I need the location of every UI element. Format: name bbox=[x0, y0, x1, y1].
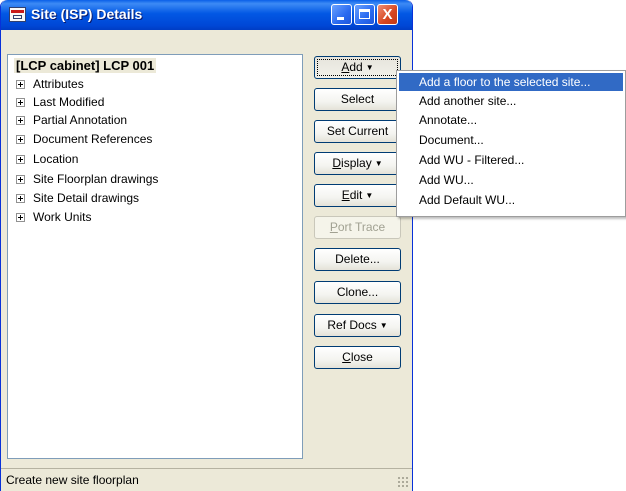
window-title: Site (ISP) Details bbox=[31, 6, 143, 22]
menu-item-add-default-wu[interactable]: Add Default WU... bbox=[399, 191, 623, 209]
plus-expander-icon[interactable] bbox=[16, 80, 25, 89]
plus-expander-icon[interactable] bbox=[16, 155, 25, 164]
close-window-button[interactable]: X bbox=[377, 4, 398, 25]
menu-item-add-wu-filtered[interactable]: Add WU - Filtered... bbox=[399, 151, 623, 169]
title-bar[interactable]: Site (ISP) Details X bbox=[1, 0, 412, 30]
menu-item-add-floor[interactable]: Add a floor to the selected site... bbox=[399, 73, 623, 91]
set-current-button[interactable]: Set Current bbox=[314, 120, 401, 143]
ref-docs-button[interactable]: Ref Docs ▼ bbox=[314, 314, 401, 337]
maximize-icon bbox=[359, 9, 370, 19]
status-bar: Create new site floorplan bbox=[1, 468, 412, 491]
plus-expander-icon[interactable] bbox=[16, 98, 25, 107]
tree-item-label: Attributes bbox=[33, 77, 84, 91]
menu-item-add-wu[interactable]: Add WU... bbox=[399, 171, 623, 189]
tree-item-label: Work Units bbox=[33, 210, 92, 224]
clone-button[interactable]: Clone... bbox=[314, 281, 401, 304]
menu-item-annotate[interactable]: Annotate... bbox=[399, 111, 623, 129]
tree-item-label: Last Modified bbox=[33, 95, 105, 109]
port-trace-button: Port Trace bbox=[314, 216, 401, 239]
select-button[interactable]: Select bbox=[314, 88, 401, 111]
tree-item-label: Site Floorplan drawings bbox=[33, 172, 159, 186]
dropdown-arrow-icon: ▼ bbox=[365, 63, 374, 72]
dropdown-arrow-icon: ▼ bbox=[379, 321, 388, 330]
resize-grip-icon[interactable] bbox=[397, 476, 409, 488]
tree-item-label: Location bbox=[33, 152, 79, 166]
tree-item-label: Partial Annotation bbox=[33, 113, 128, 127]
menu-item-add-another-site[interactable]: Add another site... bbox=[399, 92, 623, 110]
plus-expander-icon[interactable] bbox=[16, 116, 25, 125]
minimize-icon bbox=[337, 17, 344, 20]
plus-expander-icon[interactable] bbox=[16, 194, 25, 203]
add-button[interactable]: Add ▼ bbox=[314, 56, 401, 79]
minimize-button[interactable] bbox=[331, 4, 352, 25]
delete-button[interactable]: Delete... bbox=[314, 248, 401, 271]
dropdown-arrow-icon: ▼ bbox=[365, 191, 374, 200]
dropdown-arrow-icon: ▼ bbox=[374, 159, 383, 168]
close-icon: X bbox=[382, 6, 393, 23]
plus-expander-icon[interactable] bbox=[16, 135, 25, 144]
edit-button[interactable]: Edit ▼ bbox=[314, 184, 401, 207]
network-app-icon bbox=[9, 7, 26, 22]
menu-item-document[interactable]: Document... bbox=[399, 131, 623, 149]
status-text: Create new site floorplan bbox=[6, 473, 139, 487]
plus-expander-icon[interactable] bbox=[16, 175, 25, 184]
maximize-button[interactable] bbox=[354, 4, 375, 25]
close-button[interactable]: Close bbox=[314, 346, 401, 369]
display-button[interactable]: Display ▼ bbox=[314, 152, 401, 175]
site-details-window: Site (ISP) Details X [LCP cabinet] LCP 0… bbox=[0, 0, 413, 491]
tree-item-label: Document References bbox=[33, 132, 153, 146]
tree-item-label: Site Detail drawings bbox=[33, 191, 140, 205]
add-dropdown-menu: Add a floor to the selected site... Add … bbox=[396, 70, 626, 217]
site-tree[interactable]: [LCP cabinet] LCP 001 Attributes Last Mo… bbox=[7, 54, 303, 459]
plus-expander-icon[interactable] bbox=[16, 213, 25, 222]
tree-root-node[interactable]: [LCP cabinet] LCP 001 bbox=[14, 58, 157, 73]
